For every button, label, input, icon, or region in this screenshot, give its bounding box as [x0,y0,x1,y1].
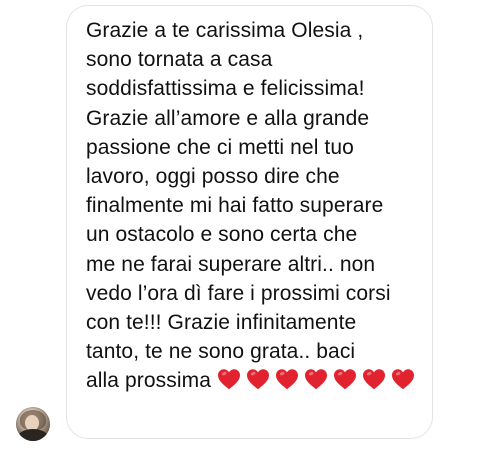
message-line: soddisfattissima e felicissima! [86,77,365,101]
message-line: Grazie all’amore e alla grande [86,106,370,130]
red-heart-icon [275,368,299,390]
chat-thread: Grazie a te carissima Olesia , sono torn… [0,0,500,449]
red-heart-icon [304,368,328,390]
message-line: sono tornata a casa [86,48,273,72]
red-heart-icon [217,368,241,390]
red-heart-icon [246,368,270,390]
message-line: alla prossima [86,369,212,393]
message-line: me ne farai superare altri.. non [86,252,376,276]
message-line: tanto, te ne sono grata.. baci [86,340,356,364]
message-bubble[interactable]: Grazie a te carissima Olesia , sono torn… [66,5,433,439]
message-line: un ostacolo e sono certa che [86,223,358,247]
red-heart-icon [391,368,415,390]
avatar-body [18,429,48,441]
heart-emoji-group [217,369,420,392]
message-line: con te!!! Grazie infinitamente [86,311,357,335]
message-line: passione che ci metti nel tuo [86,135,354,159]
message-line: Grazie a te carissima Olesia , [86,19,364,42]
message-line: lavoro, oggi posso dire che [86,165,340,189]
avatar[interactable] [16,407,50,441]
message-text: Grazie a te carissima Olesia , sono torn… [86,16,422,396]
message-line: vedo l’ora dì fare i prossimi corsi [86,281,391,305]
red-heart-icon [333,368,357,390]
red-heart-icon [362,368,386,390]
message-line: finalmente mi hai fatto superare [86,194,384,218]
